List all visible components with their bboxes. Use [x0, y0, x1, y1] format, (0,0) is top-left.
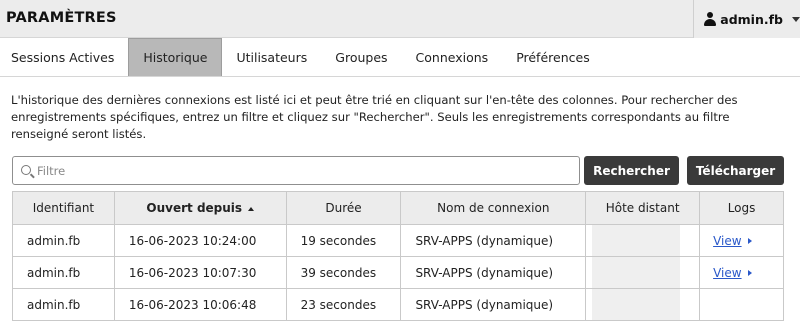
- cell-opened: 16-06-2023 10:24:00: [113, 224, 287, 257]
- cell-duration: 23 secondes: [285, 288, 402, 321]
- column-header-duree[interactable]: Durée: [285, 191, 402, 225]
- cell-connection: SRV-APPS (dynamique): [400, 256, 587, 289]
- view-log-link[interactable]: View: [713, 266, 741, 280]
- cell-remote-host: [585, 288, 701, 321]
- remote-host-placeholder: [592, 289, 681, 320]
- remote-host-placeholder: [592, 257, 681, 288]
- column-header-hote-distant[interactable]: Hôte distant: [585, 191, 701, 225]
- search-box[interactable]: [12, 156, 580, 185]
- cell-connection: SRV-APPS (dynamique): [400, 288, 587, 321]
- user-icon: [704, 12, 716, 26]
- cell-connection: SRV-APPS (dynamique): [400, 224, 587, 257]
- table-row: admin.fb 16-06-2023 10:07:30 39 secondes…: [12, 256, 784, 289]
- column-header-logs[interactable]: Logs: [699, 191, 784, 225]
- cell-user: admin.fb: [12, 256, 115, 289]
- column-header-label: Ouvert depuis: [146, 201, 243, 215]
- tab-sessions-actives[interactable]: Sessions Actives: [0, 38, 128, 76]
- tab-preferences[interactable]: Préférences: [502, 38, 604, 76]
- chevron-down-icon: [792, 16, 800, 22]
- sort-ascending-icon: [248, 206, 255, 211]
- search-input[interactable]: [37, 161, 567, 181]
- cell-logs: [699, 288, 784, 321]
- tab-groupes[interactable]: Groupes: [321, 38, 401, 76]
- column-header-ouvert-depuis[interactable]: Ouvert depuis: [113, 191, 287, 225]
- cell-remote-host: [585, 256, 701, 289]
- cell-user: admin.fb: [12, 224, 115, 257]
- column-header-identifiant[interactable]: Identifiant: [12, 191, 115, 225]
- cell-duration: 39 secondes: [285, 256, 402, 289]
- remote-host-placeholder: [592, 225, 681, 256]
- tab-historique[interactable]: Historique: [128, 38, 223, 76]
- tab-bar: Sessions Actives Historique Utilisateurs…: [0, 38, 800, 77]
- search-icon: [21, 165, 31, 175]
- view-log-link[interactable]: View: [713, 234, 741, 248]
- chevron-right-icon: [747, 270, 752, 276]
- column-header-nom-de-connexion[interactable]: Nom de connexion: [400, 191, 587, 225]
- user-name: admin.fb: [720, 11, 783, 27]
- top-bar: PARAMÈTRES admin.fb: [0, 0, 800, 38]
- table-header-row: Identifiant Ouvert depuis Durée Nom de c…: [12, 191, 784, 225]
- tab-utilisateurs[interactable]: Utilisateurs: [222, 38, 321, 76]
- cell-remote-host: [585, 224, 701, 257]
- history-description: L'historique des dernières connexions es…: [11, 93, 738, 141]
- download-button[interactable]: Télécharger: [687, 156, 784, 185]
- cell-opened: 16-06-2023 10:06:48: [113, 288, 287, 321]
- user-menu[interactable]: admin.fb: [693, 0, 800, 38]
- cell-logs: View: [699, 224, 784, 257]
- page-title: PARAMÈTRES: [6, 10, 117, 26]
- cell-opened: 16-06-2023 10:07:30: [113, 256, 287, 289]
- cell-duration: 19 secondes: [285, 224, 402, 257]
- chevron-right-icon: [747, 238, 752, 244]
- table-row: admin.fb 16-06-2023 10:06:48 23 secondes…: [12, 288, 784, 321]
- search-row: Rechercher Télécharger: [12, 156, 784, 185]
- search-button[interactable]: Rechercher: [584, 156, 679, 185]
- history-table: Identifiant Ouvert depuis Durée Nom de c…: [12, 191, 784, 321]
- cell-user: admin.fb: [12, 288, 115, 321]
- table-row: admin.fb 16-06-2023 10:24:00 19 secondes…: [12, 224, 784, 257]
- cell-logs: View: [699, 256, 784, 289]
- tab-connexions[interactable]: Connexions: [402, 38, 503, 76]
